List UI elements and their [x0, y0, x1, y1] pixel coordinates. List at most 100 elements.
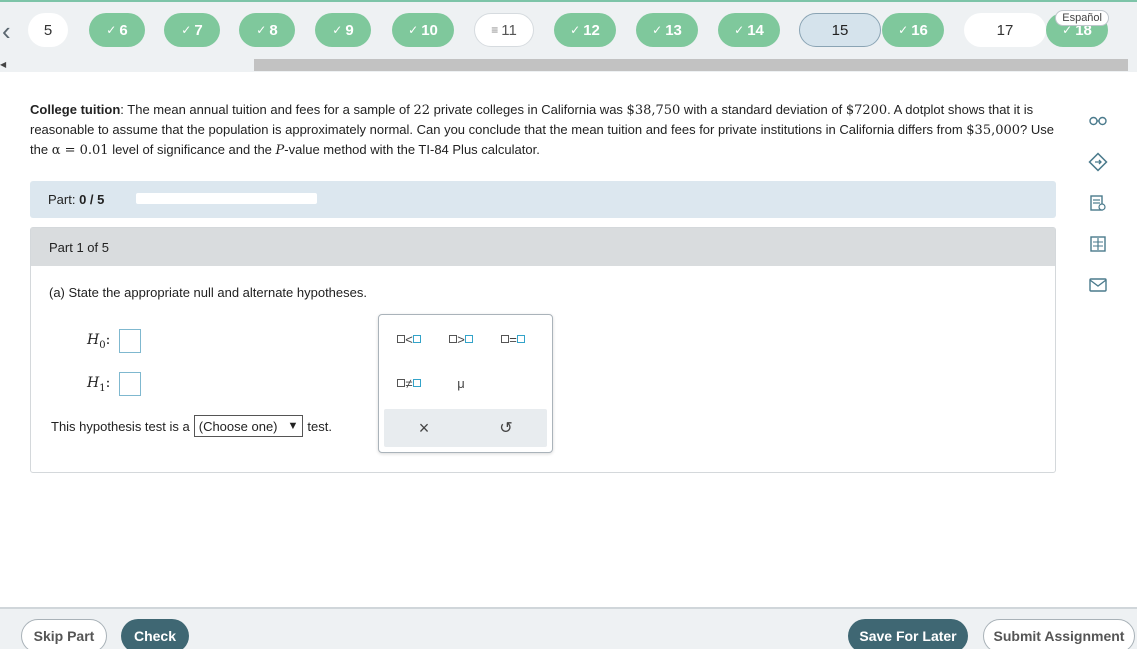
question-9-button[interactable]: ✓ 9	[315, 13, 371, 47]
calculator-link-icon[interactable]	[1084, 148, 1112, 176]
check-icon: ✓	[652, 23, 663, 37]
question-number: 7	[194, 21, 203, 39]
tool-sidebar	[1084, 107, 1112, 312]
sample-size: 22	[413, 103, 430, 118]
h-letter: H	[87, 375, 100, 391]
question-8-button[interactable]: ✓ 8	[239, 13, 295, 47]
alternate-hypothesis-label: H1:	[87, 375, 110, 394]
question-number: 12	[583, 21, 600, 39]
null-hypothesis-label: H0:	[87, 332, 110, 351]
problem-text: : The mean annual tuition and fees for a…	[120, 102, 414, 117]
not-equal-button[interactable]: ≠	[387, 371, 431, 395]
question-number: 6	[119, 21, 128, 39]
problem-statement: College tuition: The mean annual tuition…	[30, 100, 1055, 160]
check-icon: ✓	[181, 23, 192, 37]
placeholder-box	[397, 335, 406, 343]
question-13-button[interactable]: ✓ 13	[636, 13, 698, 47]
clear-icon[interactable]: ×	[402, 416, 446, 440]
save-for-later-button[interactable]: Save For Later	[848, 619, 968, 649]
math-palette: < > = ≠ μ × ↺	[378, 314, 553, 453]
check-icon: ✓	[256, 23, 267, 37]
placeholder-box	[397, 379, 406, 387]
null-hypothesis-input[interactable]	[119, 329, 141, 353]
placeholder-box	[516, 335, 525, 343]
question-number: 5	[43, 21, 53, 39]
test-type-select[interactable]: (Choose one) ▼	[193, 415, 304, 437]
test-prefix-text: This hypothesis test is a	[51, 418, 190, 434]
question-number: 15	[831, 21, 849, 39]
operator: <	[405, 331, 413, 347]
greater-than-button[interactable]: >	[439, 327, 483, 351]
problem-text: with a standard deviation of	[680, 102, 846, 117]
problem-text: level of significance and the	[108, 142, 276, 157]
placeholder-box	[501, 335, 510, 343]
email-icon[interactable]	[1084, 271, 1112, 299]
submit-assignment-button[interactable]: Submit Assignment	[983, 619, 1135, 649]
previous-arrow-icon[interactable]: ‹	[2, 18, 20, 44]
check-icon: ✓	[898, 23, 909, 37]
scroll-left-arrow-icon[interactable]: ◀	[0, 58, 10, 72]
partial-icon: ≡	[491, 23, 499, 37]
question-10-button[interactable]: ✓ 10	[392, 13, 454, 47]
question-number: 8	[269, 21, 278, 39]
question-6-button[interactable]: ✓ 6	[89, 13, 145, 47]
question-17-button[interactable]: 17	[964, 13, 1046, 47]
question-15-button[interactable]: 15	[799, 13, 881, 47]
placeholder-box	[412, 335, 421, 343]
select-value: (Choose one)	[198, 418, 278, 434]
problem-text: private colleges in California was	[430, 102, 627, 117]
bottom-action-bar: Skip Part Check Save For Later Submit As…	[0, 607, 1137, 649]
question-number: 9	[345, 21, 354, 39]
test-suffix-text: test.	[307, 418, 332, 434]
standard-deviation: $7200	[845, 103, 888, 118]
part-header: Part 1 of 5	[31, 228, 1055, 266]
question-16-button[interactable]: ✓ 16	[882, 13, 944, 47]
question-14-button[interactable]: ✓ 14	[718, 13, 780, 47]
placeholder-box	[449, 335, 458, 343]
glasses-icon[interactable]	[1084, 107, 1112, 135]
question-number: 10	[421, 21, 438, 39]
check-icon: ✓	[408, 23, 419, 37]
check-icon: ✓	[570, 23, 581, 37]
problem-title: College tuition	[30, 102, 121, 117]
test-type-line: This hypothesis test is a (Choose one) ▼ …	[51, 415, 332, 437]
question-number: 17	[996, 21, 1014, 39]
check-icon: ✓	[106, 23, 117, 37]
scrollbar-thumb[interactable]	[254, 59, 1128, 71]
language-toggle[interactable]: Español	[1055, 10, 1109, 26]
equals-button[interactable]: =	[491, 327, 535, 351]
progress-track	[136, 193, 317, 204]
notes-icon[interactable]	[1084, 189, 1112, 217]
operator: ≠	[405, 375, 413, 391]
textbook-icon[interactable]	[1084, 230, 1112, 258]
question-number: 14	[747, 21, 764, 39]
question-12-button[interactable]: ✓ 12	[554, 13, 616, 47]
undo-icon[interactable]: ↺	[484, 416, 528, 440]
part-progress-label: Part: 0 / 5	[48, 192, 104, 207]
horizontal-scrollbar[interactable]: ◀	[0, 58, 1137, 72]
question-number: 13	[665, 21, 682, 39]
colon: :	[105, 332, 111, 348]
question-5-button[interactable]: 5	[28, 13, 68, 47]
operator: =	[509, 331, 517, 347]
dropdown-arrow-icon: ▼	[287, 420, 299, 432]
sample-mean: $38,750	[626, 103, 681, 118]
check-icon: ✓	[332, 23, 343, 37]
p-symbol: P	[275, 143, 285, 158]
h-letter: H	[87, 332, 100, 348]
question-11-button[interactable]: ≡ 11	[474, 13, 534, 47]
skip-part-button[interactable]: Skip Part	[21, 619, 107, 649]
problem-text: -value method with the TI-84 Plus calcul…	[284, 142, 540, 157]
alternate-hypothesis-input[interactable]	[119, 372, 141, 396]
question-7-button[interactable]: ✓ 7	[164, 13, 220, 47]
part-value: 0 / 5	[79, 192, 105, 207]
mu-symbol: μ	[457, 375, 465, 391]
mu-button[interactable]: μ	[439, 371, 483, 395]
question-number: 11	[501, 21, 517, 39]
question-nav-bar: ‹ 5 ✓ 6 ✓ 7 ✓ 8 ✓ 9 ✓ 10 ≡ 11 ✓ 12 ✓ 13 ✓ 14 15 ✓…	[0, 0, 1137, 72]
part-label: Part:	[48, 192, 76, 207]
check-button[interactable]: Check	[121, 619, 189, 649]
part-progress-bar: Part: 0 / 5	[30, 181, 1056, 218]
less-than-button[interactable]: <	[387, 327, 431, 351]
question-number: 16	[911, 21, 928, 39]
